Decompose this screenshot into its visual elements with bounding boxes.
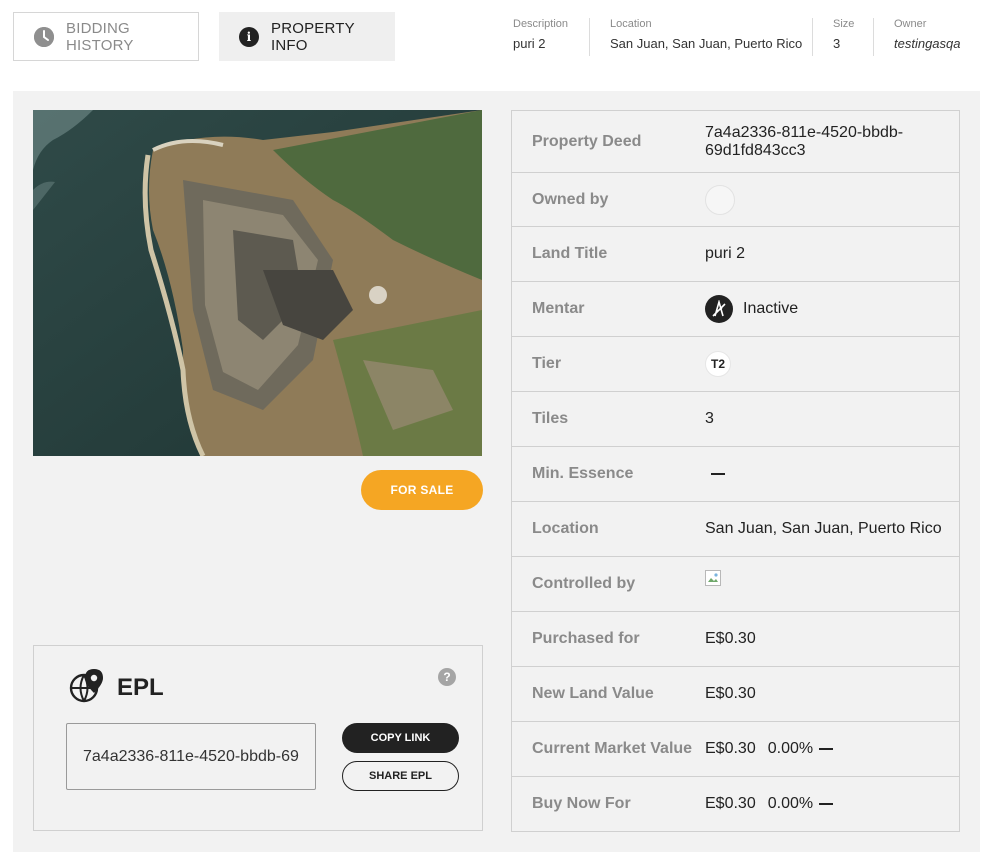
property-info-table: Property Deed 7a4a2336-811e-4520-bbdb-69… [511,110,960,832]
meta-owner-value: testingasqa [894,36,961,51]
controlled-by-label: Controlled by [532,575,636,592]
dash-icon [819,803,834,805]
mentar-label: Mentar [532,300,585,317]
share-epl-button[interactable]: SHARE EPL [342,761,459,791]
controlled-by-value [705,570,721,592]
mentar-value: Inactive [705,295,798,323]
table-row: New Land Value E$0.30 [512,667,959,722]
meta-divider [589,18,590,56]
owned-by-label: Owned by [532,190,609,208]
table-row: Tiles 3 [512,392,959,447]
meta-divider [812,18,813,56]
meta-size: Size 3 [833,18,854,51]
dash-icon [711,473,725,475]
table-row: Property Deed 7a4a2336-811e-4520-bbdb-69… [512,111,959,173]
new-land-value-value: E$0.30 [705,685,756,702]
table-row: Purchased for E$0.30 [512,612,959,667]
table-row: Location San Juan, San Juan, Puerto Rico [512,502,959,557]
for-sale-button[interactable]: FOR SALE [361,470,483,510]
table-row: Controlled by [512,557,959,612]
dash-icon [819,748,834,750]
meta-description-value: puri 2 [513,36,546,51]
table-row: Min. Essence [512,447,959,502]
epl-title: EPL [117,674,164,701]
buy-now-for-change: 0.00% [767,795,814,812]
mentar-status: Inactive [743,300,799,317]
meta-owner-key: Owner [894,18,927,30]
buy-now-for-amount: E$0.30 [705,795,756,812]
tiles-label: Tiles [532,410,569,427]
meta-location-key: Location [610,18,652,30]
property-deed-label: Property Deed [532,132,642,150]
table-row: Tier T2 [512,337,959,392]
tab-property-info-label: PROPERTY INFO [271,19,355,54]
owned-by-value [705,184,735,215]
table-row: Buy Now For E$0.30 0.00% [512,777,959,832]
epl-link-field[interactable] [66,723,316,790]
purchased-for-label: Purchased for [532,630,640,647]
copy-link-button[interactable]: COPY LINK [342,723,459,753]
buy-now-for-value: E$0.30 0.00% [705,795,834,813]
purchased-for-value: E$0.30 [705,630,756,647]
globe-location-icon [69,669,105,708]
meta-description-key: Description [513,18,569,30]
min-essence-label: Min. Essence [532,465,634,482]
tab-property-info[interactable]: i PROPERTY INFO [219,12,395,61]
avatar[interactable] [705,184,735,215]
meta-location-value: San Juan, San Juan, Puerto Rico [610,36,803,51]
meta-location: Location San Juan, San Juan, Puerto Rico [610,18,802,51]
location-value: San Juan, San Juan, Puerto Rico [705,520,942,537]
broken-image-icon [705,570,721,586]
satellite-map-image [33,110,482,456]
buy-now-for-label: Buy Now For [532,795,631,812]
land-title-value: puri 2 [705,245,746,262]
table-row: Owned by [512,173,959,227]
info-icon: i [239,26,259,47]
epl-card: EPL ? COPY LINK SHARE EPL [33,645,483,831]
table-row: Land Title puri 2 [512,227,959,282]
land-title-label: Land Title [532,245,608,262]
current-market-value-value: E$0.30 0.00% [705,740,834,758]
min-essence-value [705,473,725,475]
property-deed-value: 7a4a2336-811e-4520-bbdb-69d1fd843cc3 [705,123,904,159]
mentar-icon [705,295,733,323]
current-market-value-amount: E$0.30 [705,740,756,757]
table-row: Mentar Inactive [512,282,959,337]
meta-divider [873,18,874,56]
tier-badge: T2 [705,351,731,377]
meta-size-value: 3 [833,36,841,51]
location-label: Location [532,520,599,537]
current-market-value-label: Current Market Value [532,740,693,757]
tab-bidding-history-label: BIDDING HISTORY [66,19,134,54]
tier-value: T2 [705,351,731,377]
current-market-value-change: 0.00% [767,740,814,757]
tier-label: Tier [532,355,562,372]
help-icon[interactable]: ? [438,668,456,686]
clock-icon [34,26,54,47]
new-land-value-label: New Land Value [532,685,654,702]
meta-size-key: Size [833,18,855,30]
meta-owner: Owner testingasqa [894,18,961,51]
tab-bidding-history[interactable]: BIDDING HISTORY [13,12,199,61]
meta-description: Description puri 2 [513,18,568,51]
tiles-value: 3 [705,410,714,427]
table-row: Current Market Value E$0.30 0.00% [512,722,959,777]
